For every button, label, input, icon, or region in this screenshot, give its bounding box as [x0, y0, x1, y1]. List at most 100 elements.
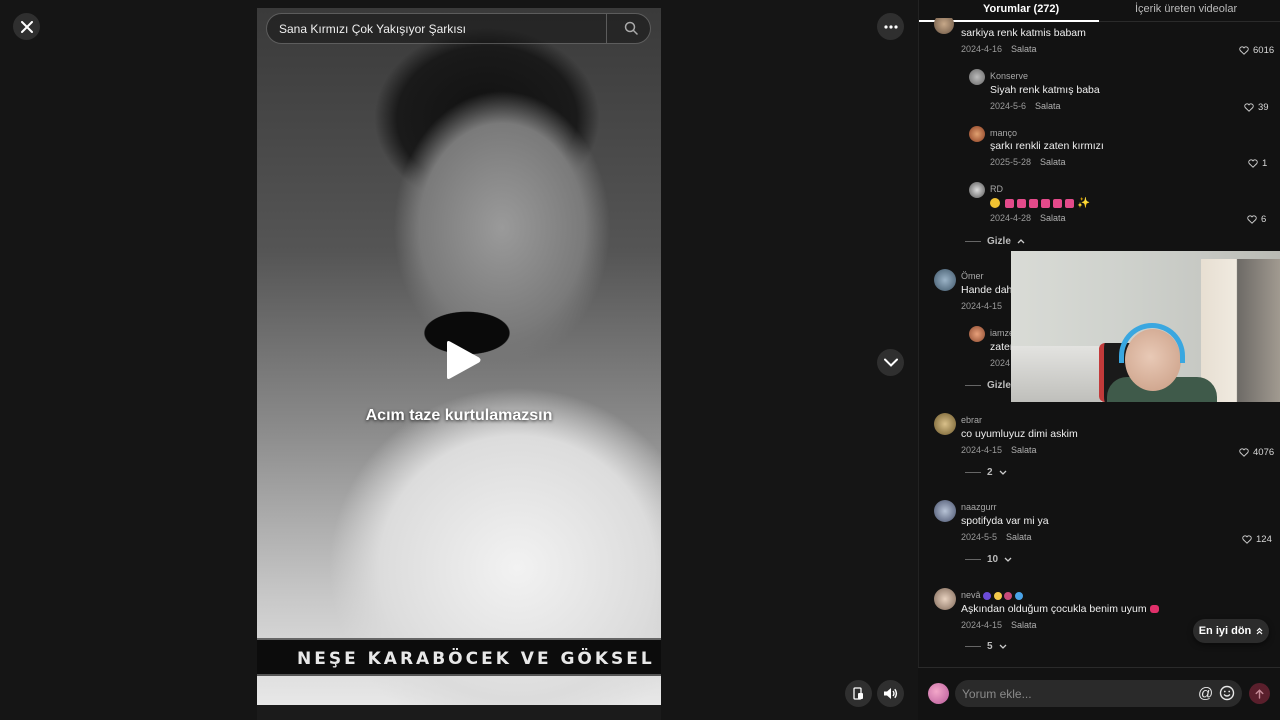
like-button[interactable]: 6016 — [1239, 45, 1274, 56]
hide-label: Gizle — [987, 236, 1011, 247]
comment-input[interactable] — [955, 680, 1185, 707]
volume-icon — [884, 688, 898, 699]
like-button[interactable]: 124 — [1242, 534, 1272, 545]
comment-date: 2024-5-6 — [990, 101, 1027, 111]
comment-text: Siyah renk katmış baba — [990, 84, 1100, 96]
like-button[interactable]: 1 — [1248, 158, 1267, 169]
heart-icon — [1247, 215, 1257, 224]
username[interactable]: manço — [990, 128, 1017, 138]
view-replies-button[interactable]: 2 — [965, 467, 1007, 478]
thread-line — [965, 559, 981, 560]
lower-third-banner: NEŞE KARABÖCEK VE GÖKSEL — [257, 638, 661, 676]
reply-link[interactable]: Salata — [1040, 213, 1066, 223]
double-chevron-up-icon — [1256, 627, 1263, 635]
comment-meta: 2025-5-28 Salata — [990, 157, 1066, 167]
like-count: 39 — [1258, 102, 1269, 113]
tab-comments[interactable]: Yorumlar (272) — [983, 3, 1059, 15]
avatar[interactable] — [969, 182, 985, 198]
reply-link[interactable]: Salata — [1011, 620, 1037, 630]
mention-icon[interactable]: @ — [1198, 685, 1213, 702]
like-count: 6016 — [1253, 45, 1275, 56]
reply-link[interactable]: Salata — [1035, 101, 1061, 111]
username[interactable]: nevâ — [961, 590, 1023, 600]
view-replies-button[interactable]: 10 — [965, 554, 1012, 565]
comment-input-box[interactable]: @ — [955, 680, 1242, 707]
more-options-button[interactable] — [877, 13, 904, 40]
emoji-icon — [1029, 198, 1038, 208]
heart-icon — [1239, 46, 1249, 55]
thread-line — [965, 385, 981, 386]
comment-meta: 2024-4-15 Salata — [961, 620, 1037, 630]
username[interactable]: Ömer — [961, 271, 984, 281]
reply-link[interactable]: Salata — [1006, 532, 1032, 542]
reply-link[interactable]: Salata — [1040, 157, 1066, 167]
next-video-button[interactable] — [877, 349, 904, 376]
comment-meta: 2024-5-6 Salata — [990, 101, 1061, 111]
avatar[interactable] — [969, 69, 985, 85]
pip-icon — [853, 687, 863, 700]
username-text: nevâ — [961, 590, 981, 600]
like-count: 4076 — [1253, 447, 1275, 458]
webcam-bed — [1011, 346, 1101, 402]
view-replies-button[interactable]: 5 — [965, 641, 1007, 652]
username[interactable]: Konserve — [990, 71, 1028, 81]
hide-replies-button[interactable]: Gizle — [965, 380, 1011, 391]
comment-text: co uyumluyuz dimi askim — [961, 428, 1078, 440]
emoji-icon — [990, 198, 1000, 209]
panel-tabs: Yorumlar (272) İçerik üreten videolar — [919, 0, 1280, 22]
lower-third-text: NEŞE KARABÖCEK VE GÖKSEL — [297, 649, 655, 669]
username[interactable]: RD — [990, 184, 1003, 194]
close-icon — [20, 20, 33, 33]
comment-meta: 2024 — [990, 358, 1010, 368]
scroll-to-top-button[interactable]: En iyi dön — [1193, 619, 1269, 643]
like-button[interactable]: 4076 — [1239, 447, 1274, 458]
pip-button[interactable] — [845, 680, 872, 707]
current-user-avatar[interactable] — [928, 683, 949, 704]
emoji-icon — [993, 591, 1002, 600]
search-bar[interactable]: Sana Kırmızı Çok Yakışıyor Şarkısı — [266, 13, 651, 44]
comment-date: 2024-4-16 — [961, 44, 1003, 54]
reply-link[interactable]: Salata — [1011, 445, 1037, 455]
more-icon — [883, 24, 898, 29]
username[interactable]: naazgurr — [961, 502, 997, 512]
emoji-icon — [1014, 591, 1023, 600]
reply-link[interactable]: Salata — [1011, 44, 1037, 54]
play-icon[interactable] — [443, 340, 483, 380]
emoji-picker-icon[interactable] — [1219, 685, 1235, 701]
tab-creator-videos[interactable]: İçerik üreten videolar — [1135, 3, 1237, 15]
hide-label: Gizle — [987, 380, 1011, 391]
hide-replies-button[interactable]: Gizle — [965, 236, 1025, 247]
heart-emoji-icon — [1149, 605, 1159, 614]
video-caption: Acım taze kurtulamazsın — [365, 407, 553, 424]
avatar[interactable] — [934, 413, 956, 435]
heart-icon — [1248, 159, 1258, 168]
emoji-icon — [1005, 198, 1014, 208]
thread-line — [965, 241, 981, 242]
avatar[interactable] — [969, 326, 985, 342]
webcam-overlay — [1011, 251, 1280, 402]
avatar[interactable] — [934, 588, 956, 610]
thread-line — [965, 646, 981, 647]
avatar[interactable] — [969, 126, 985, 142]
emoji-icon — [1065, 198, 1074, 208]
volume-button[interactable] — [877, 680, 904, 707]
send-button[interactable] — [1249, 683, 1270, 704]
comment-text: şarkı renkli zaten kırmızı — [990, 140, 1104, 152]
search-query: Sana Kırmızı Çok Yakışıyor Şarkısı — [279, 21, 466, 36]
like-button[interactable]: 6 — [1247, 214, 1266, 225]
chevron-down-icon — [1004, 557, 1012, 562]
comment-date: 2024-4-15 — [961, 301, 1003, 311]
like-button[interactable]: 39 — [1244, 102, 1269, 113]
avatar[interactable] — [934, 269, 956, 291]
heart-icon — [1242, 535, 1252, 544]
comment-date: 2025-5-28 — [990, 157, 1032, 167]
username[interactable]: ebrar — [961, 415, 982, 425]
emoji-icon — [983, 591, 992, 600]
webcam-wardrobe — [1201, 259, 1280, 402]
search-icon[interactable] — [624, 21, 638, 35]
close-button[interactable] — [13, 13, 40, 40]
search-divider — [606, 14, 607, 43]
like-count: 124 — [1256, 534, 1272, 545]
chevron-down-icon — [883, 358, 898, 367]
avatar[interactable] — [934, 500, 956, 522]
